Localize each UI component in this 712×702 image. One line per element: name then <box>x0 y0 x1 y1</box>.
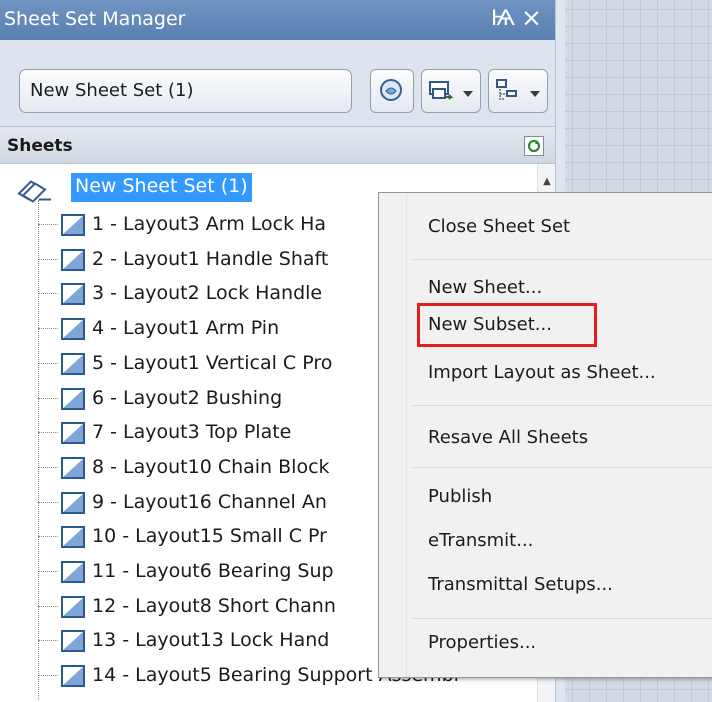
chevron-down-icon <box>463 91 473 97</box>
view-button[interactable] <box>370 69 414 113</box>
sheet-label: 5 - Layout1 Vertical C Pro <box>92 351 333 374</box>
publish-icon <box>429 81 454 100</box>
sheet-icon <box>61 283 85 306</box>
sheet-row[interactable]: 12 - Layout8 Short Chann <box>38 592 398 621</box>
tree-connector <box>38 605 58 607</box>
tree-connector <box>38 466 58 468</box>
sheet-row[interactable]: 1 - Layout3 Arm Lock Ha <box>38 210 398 239</box>
menu-item-properties[interactable]: Properties... <box>428 632 536 653</box>
sheet-row[interactable]: 13 - Layout13 Lock Hand <box>38 626 398 655</box>
view-icon <box>380 79 402 101</box>
tree-guide-line <box>38 200 39 700</box>
palette-title: Sheet Set Manager <box>4 8 186 30</box>
sheet-row[interactable]: 14 - Layout5 Bearing Support Assembl <box>38 661 459 690</box>
menu-separator <box>413 405 712 406</box>
sheet-row[interactable]: 11 - Layout6 Bearing Sup <box>38 557 398 586</box>
tree-connector <box>38 501 58 503</box>
tree-connector <box>38 362 58 364</box>
menu-item-resave-all-sheets[interactable]: Resave All Sheets <box>428 427 588 448</box>
sheet-icon <box>61 352 85 375</box>
context-menu: Close Sheet Set New Sheet... New Subset.… <box>378 192 712 678</box>
sheet-row[interactable]: 3 - Layout2 Lock Handle <box>38 279 398 308</box>
scroll-up-arrow-icon[interactable]: ▲ <box>538 176 555 192</box>
sheet-label: 1 - Layout3 Arm Lock Ha <box>92 213 327 235</box>
sheet-icon <box>61 491 85 514</box>
sheet-set-selector[interactable]: New Sheet Set (1) <box>19 69 352 113</box>
tree-connector <box>38 258 58 260</box>
sheet-row[interactable]: 2 - Layout1 Handle Shaft <box>38 245 398 274</box>
sheet-row[interactable]: 8 - Layout10 Chain Block <box>38 453 398 482</box>
tree-connector <box>38 536 58 538</box>
sheet-label: 6 - Layout2 Bushing <box>92 386 283 409</box>
list-view-icon <box>496 79 517 100</box>
tree-root-sheet-set[interactable]: New Sheet Set (1) <box>71 173 252 202</box>
sheets-tab-header: Sheets <box>0 126 555 164</box>
tree-connector <box>38 571 58 572</box>
sheet-label: 12 - Layout8 Short Chann <box>92 594 336 617</box>
sheet-icon <box>61 630 85 653</box>
sheet-icon <box>61 665 85 688</box>
tree-connector <box>38 675 58 677</box>
sheet-row[interactable]: 10 - Layout15 Small C Pr <box>38 522 398 551</box>
sheet-row[interactable]: 4 - Layout1 Arm Pin <box>38 314 398 343</box>
menu-icon-gutter <box>379 193 407 677</box>
sheet-label: 2 - Layout1 Handle Shaft <box>92 247 329 270</box>
tree-connector <box>38 328 58 330</box>
sheet-icon <box>61 248 85 271</box>
menu-item-new-sheet[interactable]: New Sheet... <box>428 277 542 298</box>
tree-connector <box>38 293 58 295</box>
tree-connector <box>38 432 58 434</box>
sheet-label: 11 - Layout6 Bearing Sup <box>92 560 334 582</box>
sheet-icon <box>61 456 85 479</box>
menu-item-transmittal-setups[interactable]: Transmittal Setups... <box>428 574 613 595</box>
tree-connector <box>38 224 58 225</box>
sheet-icon <box>61 214 85 236</box>
sheet-row[interactable]: 6 - Layout2 Bushing <box>38 384 398 413</box>
sheet-label: 9 - Layout16 Channel An <box>92 490 327 513</box>
sheet-set-icon <box>17 180 51 203</box>
list-view-button[interactable] <box>488 69 548 113</box>
menu-item-import-layout-as-sheet[interactable]: Import Layout as Sheet... <box>428 362 656 383</box>
sheet-icon <box>61 561 85 583</box>
chevron-down-icon <box>530 91 540 97</box>
sheet-icon <box>61 422 85 445</box>
palette-title-bar[interactable]: Sheet Set Manager Ѩ × <box>0 0 555 40</box>
publish-button[interactable] <box>421 69 481 113</box>
menu-item-etransmit[interactable]: eTransmit... <box>428 530 533 551</box>
menu-item-publish[interactable]: Publish <box>428 486 492 507</box>
palette-toolbar: New Sheet Set (1) <box>0 40 555 126</box>
sheet-label: 13 - Layout13 Lock Hand <box>92 629 330 652</box>
menu-separator <box>413 618 712 619</box>
sheet-icon <box>61 526 85 549</box>
sheets-header-label: Sheets <box>7 136 73 156</box>
highlight-annotation-box <box>417 303 597 347</box>
menu-separator <box>413 467 712 468</box>
close-icon[interactable]: × <box>521 3 542 32</box>
sheet-icon <box>61 318 85 341</box>
refresh-icon[interactable] <box>524 136 544 156</box>
sheet-label: 10 - Layout15 Small C Pr <box>92 525 327 548</box>
sheet-label: 8 - Layout10 Chain Block <box>92 455 330 478</box>
sheet-icon <box>61 595 85 618</box>
menu-item-close-sheet-set[interactable]: Close Sheet Set <box>428 216 570 237</box>
sheet-row[interactable]: 7 - Layout3 Top Plate <box>38 418 398 447</box>
sheet-label: 4 - Layout1 Arm Pin <box>92 317 280 340</box>
tree-connector <box>38 397 58 399</box>
sheet-row[interactable]: 5 - Layout1 Vertical C Pro <box>38 349 398 378</box>
pin-icon[interactable]: Ѩ <box>491 6 515 30</box>
tree-connector <box>38 640 58 642</box>
sheet-row[interactable]: 9 - Layout16 Channel An <box>38 488 398 517</box>
sheet-icon <box>61 387 85 410</box>
sheet-label: 7 - Layout3 Top Plate <box>92 421 292 444</box>
menu-separator <box>413 259 712 260</box>
sheet-label: 3 - Layout2 Lock Handle <box>92 282 323 305</box>
